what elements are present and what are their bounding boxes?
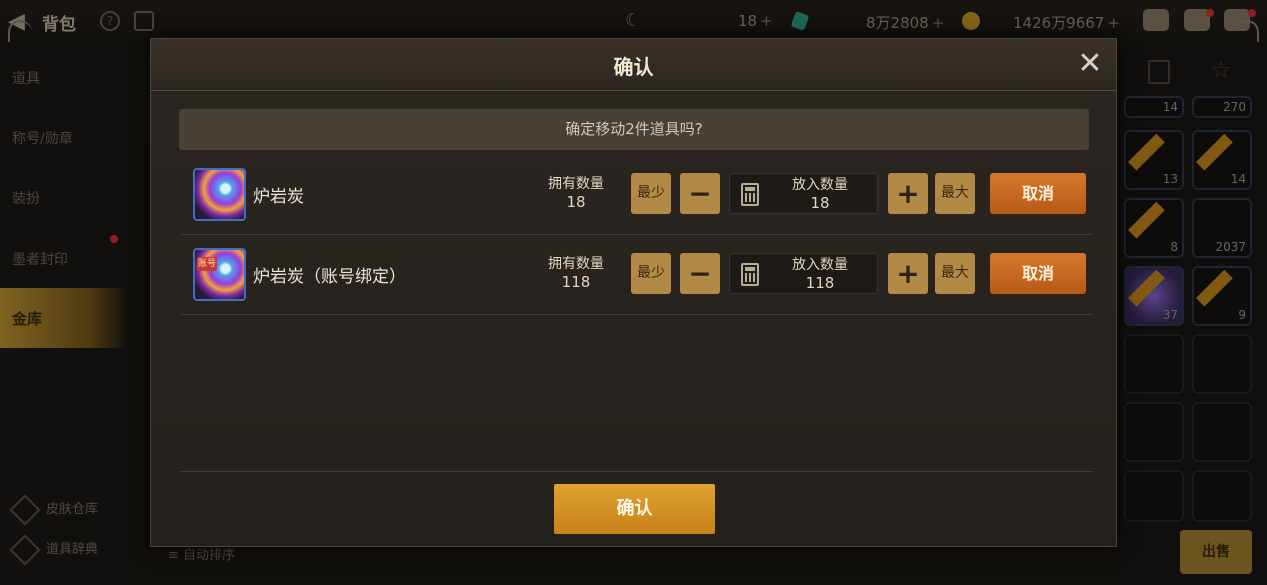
quantity-label: 放入数量 (792, 257, 848, 273)
quantity-label: 放入数量 (792, 177, 848, 193)
lava-coal-bound-icon: 账号 (193, 248, 246, 301)
lava-coal-icon (193, 168, 246, 221)
increase-button[interactable]: + (888, 173, 928, 214)
calculator-icon[interactable] (741, 263, 759, 286)
decrease-button[interactable]: − (680, 173, 720, 214)
confirm-message: 确定移动2件道具吗? (179, 109, 1089, 150)
min-button[interactable]: 最少 (631, 253, 671, 294)
footer-divider (181, 471, 1093, 472)
quantity-input[interactable]: 放入数量 118 (729, 253, 878, 294)
list-item: 炉岩炭 拥有数量 18 最少 − 放入数量 18 + 最大 取消 (181, 155, 1093, 235)
max-button[interactable]: 最大 (935, 253, 975, 294)
owned-quantity: 拥有数量 18 (548, 176, 604, 211)
confirm-button[interactable]: 确认 (554, 484, 715, 534)
dialog-header: 确认 ✕ (151, 39, 1116, 91)
quantity-value: 118 (805, 274, 835, 292)
increase-button[interactable]: + (888, 253, 928, 294)
min-button[interactable]: 最少 (631, 173, 671, 214)
quantity-input[interactable]: 放入数量 18 (729, 173, 878, 214)
quantity-value: 18 (810, 194, 830, 212)
owned-quantity: 拥有数量 118 (548, 256, 604, 291)
calculator-icon[interactable] (741, 183, 759, 206)
cancel-button[interactable]: 取消 (990, 253, 1086, 294)
close-icon[interactable]: ✕ (1076, 49, 1104, 79)
dialog-title: 确认 (613, 55, 654, 79)
decrease-button[interactable]: − (680, 253, 720, 294)
list-item: 账号 炉岩炭（账号绑定） 拥有数量 118 最少 − 放入数量 118 + 最大… (181, 235, 1093, 315)
account-bound-tag: 账号 (197, 257, 217, 271)
confirm-dialog: 确认 ✕ 确定移动2件道具吗? 炉岩炭 拥有数量 18 最少 − 放入数量 18… (150, 38, 1117, 547)
cancel-button[interactable]: 取消 (990, 173, 1086, 214)
max-button[interactable]: 最大 (935, 173, 975, 214)
item-name: 炉岩炭（账号绑定） (253, 267, 406, 287)
item-name: 炉岩炭 (253, 187, 304, 207)
